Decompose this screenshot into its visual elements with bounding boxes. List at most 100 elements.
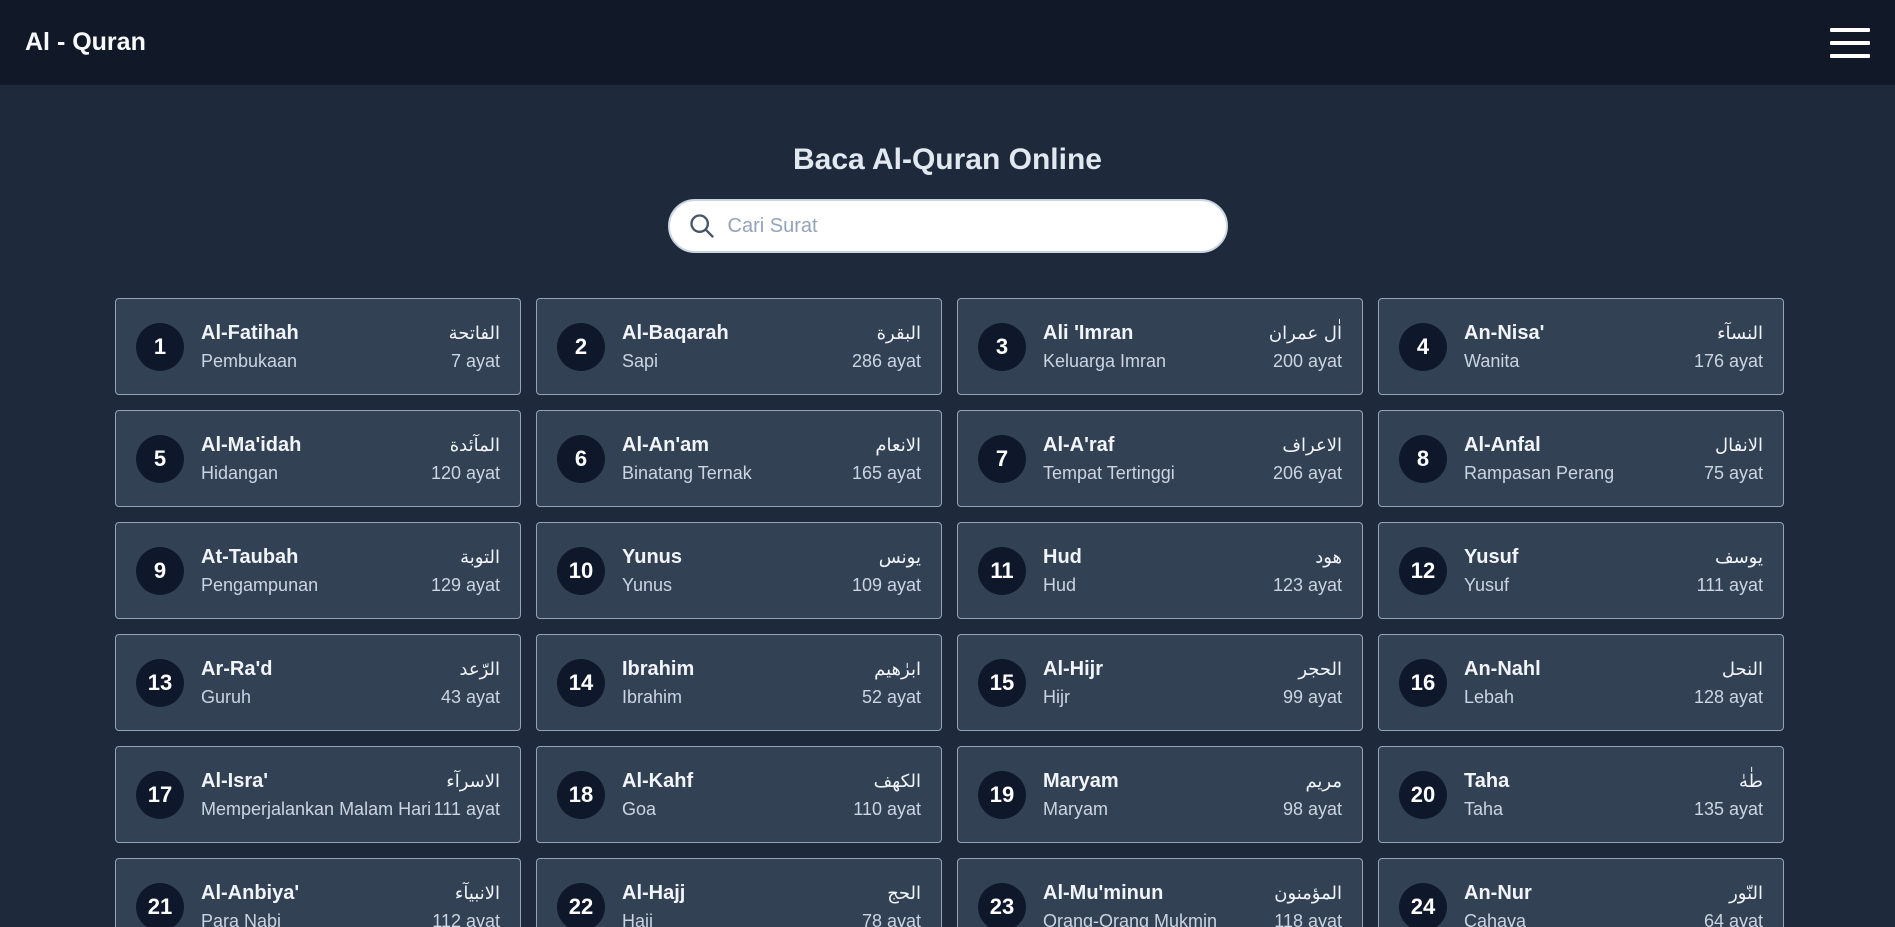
surah-card[interactable]: 17 Al-Isra' الاسرآء Memperjalankan Malam… — [115, 746, 521, 843]
surah-arabic-name: الرّعد — [459, 658, 500, 680]
surah-name: Ibrahim — [622, 657, 695, 680]
surah-name: Al-Anbiya' — [201, 881, 300, 904]
surah-ayat-count: 120 ayat — [430, 462, 500, 483]
surah-card[interactable]: 19 Maryam مريم Maryam 98 ayat — [957, 746, 1363, 843]
surah-arabic-name: يونس — [878, 546, 921, 568]
surah-card[interactable]: 23 Al-Mu'minun المؤمنون Orang-Orang Mukm… — [957, 858, 1363, 927]
surah-card[interactable]: 11 Hud هود Hud 123 ayat — [957, 522, 1363, 619]
hamburger-menu-icon[interactable] — [1830, 27, 1870, 58]
surah-number: 18 — [557, 770, 605, 819]
surah-card[interactable]: 24 An-Nur النّور Cahaya 64 ayat — [1378, 858, 1784, 927]
surah-meaning: Guruh — [201, 686, 252, 707]
surah-number: 15 — [978, 658, 1026, 707]
search-icon — [689, 214, 714, 238]
surah-card[interactable]: 13 Ar-Ra'd الرّعد Guruh 43 ayat — [115, 634, 521, 731]
surah-meaning: Goa — [622, 798, 657, 819]
surah-card[interactable]: 8 Al-Anfal الانفال Rampasan Perang 75 ay… — [1378, 410, 1784, 507]
page-title: Baca Al-Quran Online — [793, 143, 1102, 176]
surah-arabic-name: اٰل عمران — [1268, 322, 1342, 344]
surah-arabic-name: النحل — [1721, 658, 1763, 680]
surah-meaning: Keluarga Imran — [1043, 350, 1167, 371]
surah-number: 22 — [557, 882, 605, 927]
surah-arabic-name: طٰهٰ — [1739, 770, 1763, 792]
surah-name: Al-Baqarah — [622, 321, 729, 344]
surah-ayat-count: 7 ayat — [450, 350, 500, 371]
surah-arabic-name: الاسرآء — [446, 770, 500, 792]
surah-card[interactable]: 12 Yusuf يوسف Yusuf 111 ayat — [1378, 522, 1784, 619]
surah-name: At-Taubah — [201, 545, 299, 568]
surah-name: Yusuf — [1464, 545, 1519, 568]
surah-arabic-name: ابرٰهيم — [874, 658, 921, 680]
surah-ayat-count: 165 ayat — [851, 462, 921, 483]
surah-ayat-count: 52 ayat — [861, 686, 921, 707]
surah-ayat-count: 111 ayat — [1696, 574, 1763, 595]
search-box[interactable] — [667, 199, 1228, 253]
surah-card[interactable]: 20 Taha طٰهٰ Taha 135 ayat — [1378, 746, 1784, 843]
surah-number: 2 — [557, 322, 605, 371]
surah-number: 24 — [1399, 882, 1447, 927]
surah-card[interactable]: 4 An-Nisa' النسآء Wanita 176 ayat — [1378, 298, 1784, 395]
surah-name: Ali 'Imran — [1043, 321, 1134, 344]
surah-arabic-name: الحجر — [1298, 658, 1342, 680]
surah-card[interactable]: 3 Ali 'Imran اٰل عمران Keluarga Imran 20… — [957, 298, 1363, 395]
surah-ayat-count: 129 ayat — [430, 574, 500, 595]
surah-meaning: Tempat Tertinggi — [1043, 462, 1175, 483]
surah-card[interactable]: 22 Al-Hajj الحج Haji 78 ayat — [536, 858, 942, 927]
surah-name: Al-Anfal — [1464, 433, 1541, 456]
surah-number: 12 — [1399, 546, 1447, 595]
surah-card[interactable]: 15 Al-Hijr الحجر Hijr 99 ayat — [957, 634, 1363, 731]
surah-ayat-count: 135 ayat — [1693, 798, 1763, 819]
surah-meaning: Yusuf — [1464, 574, 1510, 595]
brand-title[interactable]: Al - Quran — [25, 28, 146, 57]
surah-meaning: Para Nabi — [201, 910, 282, 927]
surah-card[interactable]: 16 An-Nahl النحل Lebah 128 ayat — [1378, 634, 1784, 731]
surah-arabic-name: البقرة — [876, 322, 921, 344]
surah-ayat-count: 118 ayat — [1274, 910, 1342, 927]
surah-number: 3 — [978, 322, 1026, 371]
surah-card[interactable]: 2 Al-Baqarah البقرة Sapi 286 ayat — [536, 298, 942, 395]
surah-meaning: Taha — [1464, 798, 1504, 819]
surah-ayat-count: 98 ayat — [1282, 798, 1342, 819]
surah-card[interactable]: 5 Al-Ma'idah المآئدة Hidangan 120 ayat — [115, 410, 521, 507]
surah-name: Al-Kahf — [622, 769, 694, 792]
surah-arabic-name: المؤمنون — [1274, 882, 1342, 904]
surah-arabic-name: المآئدة — [449, 434, 500, 456]
surah-number: 9 — [136, 546, 184, 595]
surah-arabic-name: الانبيآء — [454, 882, 500, 904]
surah-card[interactable]: 1 Al-Fatihah الفاتحة Pembukaan 7 ayat — [115, 298, 521, 395]
surah-ayat-count: 78 ayat — [861, 910, 921, 927]
surah-name: Al-Fatihah — [201, 321, 299, 344]
surah-ayat-count: 112 ayat — [432, 910, 500, 927]
surah-meaning: Hud — [1043, 574, 1077, 595]
surah-card[interactable]: 6 Al-An'am الانعام Binatang Ternak 165 a… — [536, 410, 942, 507]
surah-name: Yunus — [622, 545, 683, 568]
surah-ayat-count: 110 ayat — [853, 798, 921, 819]
surah-name: Al-Mu'minun — [1043, 881, 1164, 904]
surah-card[interactable]: 21 Al-Anbiya' الانبيآء Para Nabi 112 aya… — [115, 858, 521, 927]
surah-meaning: Ibrahim — [622, 686, 683, 707]
surah-card[interactable]: 10 Yunus يونس Yunus 109 ayat — [536, 522, 942, 619]
surah-card[interactable]: 18 Al-Kahf الكهف Goa 110 ayat — [536, 746, 942, 843]
surah-number: 5 — [136, 434, 184, 483]
surah-name: Maryam — [1043, 769, 1119, 792]
surah-arabic-name: النّور — [1729, 882, 1763, 904]
surah-card[interactable]: 14 Ibrahim ابرٰهيم Ibrahim 52 ayat — [536, 634, 942, 731]
surah-card[interactable]: 7 Al-A'raf الاعراف Tempat Tertinggi 206 … — [957, 410, 1363, 507]
search-input[interactable] — [727, 214, 1208, 238]
surah-ayat-count: 128 ayat — [1693, 686, 1763, 707]
surah-meaning: Maryam — [1043, 798, 1109, 819]
surah-number: 4 — [1399, 322, 1447, 371]
surah-ayat-count: 64 ayat — [1703, 910, 1763, 927]
surah-number: 13 — [136, 658, 184, 707]
surah-number: 7 — [978, 434, 1026, 483]
surah-number: 21 — [136, 882, 184, 927]
surah-arabic-name: الحج — [887, 882, 921, 904]
surah-arabic-name: الانعام — [875, 434, 921, 456]
surah-name: Al-A'raf — [1043, 433, 1115, 456]
surah-number: 11 — [978, 546, 1026, 595]
surah-meaning: Yunus — [622, 574, 673, 595]
surah-ayat-count: 111 ayat — [433, 798, 500, 819]
surah-meaning: Sapi — [622, 350, 659, 371]
surah-meaning: Pembukaan — [201, 350, 298, 371]
surah-card[interactable]: 9 At-Taubah التوبة Pengampunan 129 ayat — [115, 522, 521, 619]
